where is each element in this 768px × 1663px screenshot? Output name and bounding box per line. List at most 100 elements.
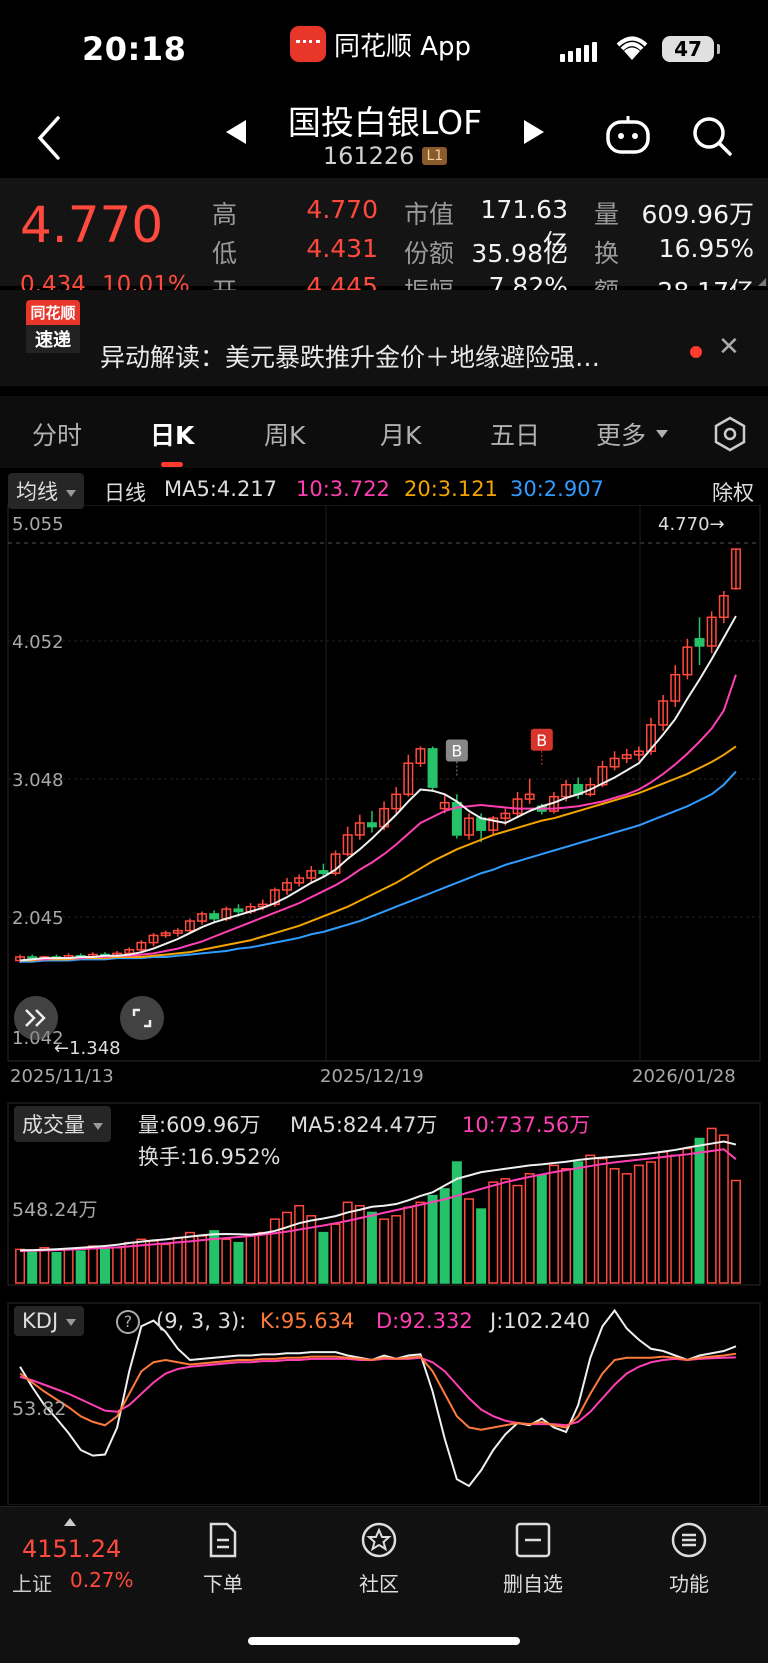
volume-bar [585, 1154, 596, 1284]
search-icon[interactable] [690, 114, 734, 162]
tab-five-day[interactable]: 五日 [490, 416, 540, 452]
volume-dropdown[interactable]: 成交量 [14, 1106, 111, 1142]
volume-bar [621, 1173, 632, 1284]
x-tick: 2025/11/13 [10, 1066, 114, 1087]
tab-daily-k[interactable]: 日K [150, 416, 194, 452]
kdj-j-legend: J:102.240 [490, 1309, 591, 1333]
order-label: 下单 [203, 1572, 243, 1596]
volume-bar [257, 1231, 268, 1284]
active-tab-indicator [161, 462, 183, 467]
settings-hexagon-icon[interactable] [712, 416, 748, 456]
candle-body [366, 822, 377, 828]
ma5-legend: MA5:4.217 [164, 477, 278, 501]
functions-label: 功能 [669, 1572, 709, 1596]
candle-body [476, 817, 487, 831]
remove-watchlist-button[interactable]: 删自选 [488, 1520, 578, 1597]
kdj-params: (9, 3, 3): [156, 1309, 247, 1333]
buy-marker-label: B [451, 742, 462, 761]
indicator-dropdown-label: 均线 [16, 480, 58, 504]
kdj-k-line [19, 1352, 737, 1431]
adjust-toggle[interactable]: 除权 [712, 477, 754, 507]
fullscreen-button[interactable] [120, 996, 164, 1040]
volume-ma5-legend: MA5:824.47万 [290, 1113, 438, 1137]
kdj-dropdown-label: KDJ [22, 1309, 59, 1333]
volume-bar [366, 1211, 377, 1284]
caret-up-icon [64, 1518, 76, 1526]
community-button[interactable]: 社区 [334, 1520, 424, 1597]
high-value: 4.770 [306, 195, 378, 224]
volume-bar [670, 1154, 681, 1284]
tab-intraday[interactable]: 分时 [32, 416, 82, 452]
volume-bar [609, 1168, 620, 1284]
volume-bar [694, 1137, 705, 1284]
turnover-label: 换 [594, 239, 620, 268]
ma30-line [20, 770, 737, 963]
tab-monthly-k[interactable]: 月K [380, 416, 421, 452]
ai-assistant-icon[interactable] [604, 112, 652, 160]
volume-bar [403, 1206, 414, 1284]
order-button[interactable]: 下单 [178, 1520, 268, 1597]
shares-value: 35.98亿 [471, 239, 568, 268]
volume-value: 609.96万 [641, 200, 754, 229]
home-indicator [248, 1637, 520, 1645]
volume-label: 量 [594, 200, 620, 229]
candle-body [694, 638, 705, 647]
volume-bar [15, 1248, 26, 1284]
index-value[interactable]: 4151.24 [22, 1535, 121, 1563]
volume-bar [536, 1174, 547, 1284]
status-time: 20:18 [82, 30, 187, 68]
scroll-left-button[interactable] [14, 996, 58, 1040]
unread-dot-icon [690, 346, 702, 358]
volume-y-tick: 548.24万 [12, 1199, 98, 1221]
news-headline[interactable]: 异动解读：美元暴跌推升金价＋地缘避险强… [100, 338, 600, 374]
candle-body [427, 748, 438, 788]
turnover-legend: 换手:16.952% [138, 1145, 281, 1169]
volume-bar [233, 1241, 244, 1284]
x-tick: 2025/12/19 [320, 1066, 424, 1087]
app-indicator[interactable]: 同花顺 App [290, 24, 471, 64]
volume-dropdown-label: 成交量 [22, 1113, 85, 1137]
low-label: 低 [212, 239, 238, 268]
volume-bar [294, 1204, 305, 1284]
ma10-line [19, 674, 737, 962]
vma5-line [20, 1140, 737, 1252]
chevron-down-icon [66, 489, 76, 497]
help-icon[interactable]: ? [116, 1310, 140, 1334]
functions-button[interactable]: 功能 [644, 1520, 734, 1597]
volume-bar [221, 1238, 232, 1284]
candle-body [233, 908, 244, 913]
y-tick: 4.052 [12, 632, 64, 653]
volume-bar [597, 1157, 608, 1284]
tab-more[interactable]: 更多 [596, 416, 646, 452]
current-price: 4.770 [20, 196, 164, 254]
last-price-marker: 4.770→ [658, 514, 725, 535]
volume-bar [87, 1245, 98, 1284]
previous-fund-arrow-icon[interactable] [226, 120, 246, 144]
volume-bar [573, 1161, 584, 1284]
volume-bar [500, 1178, 511, 1284]
volume-bar [39, 1246, 50, 1284]
wifi-icon [614, 34, 650, 66]
close-icon[interactable]: ✕ [718, 332, 740, 362]
tab-weekly-k[interactable]: 周K [264, 416, 305, 452]
kdj-d-line [19, 1356, 736, 1427]
kdj-y-tick: 53.82 [12, 1398, 67, 1420]
volume-bar [172, 1236, 183, 1284]
kline-chart[interactable]: BB [0, 505, 768, 1505]
indicator-dropdown[interactable]: 均线 [8, 473, 84, 509]
low-value: 4.431 [306, 234, 378, 263]
volume-bar [160, 1243, 171, 1284]
chevron-down-icon [93, 1122, 103, 1130]
turnover-value: 16.95% [658, 234, 754, 263]
mktcap-label: 市值 [404, 200, 455, 229]
remove-watchlist-label: 删自选 [503, 1572, 563, 1596]
ma5-line [19, 615, 737, 962]
volume-bar [391, 1215, 402, 1284]
shares-label: 份额 [404, 239, 455, 268]
kdj-dropdown[interactable]: KDJ [14, 1306, 85, 1336]
expand-corner-icon[interactable] [758, 278, 766, 286]
volume-bar [197, 1235, 208, 1284]
volume-bar [51, 1252, 62, 1284]
back-button[interactable] [30, 112, 70, 164]
next-fund-arrow-icon[interactable] [524, 120, 544, 144]
